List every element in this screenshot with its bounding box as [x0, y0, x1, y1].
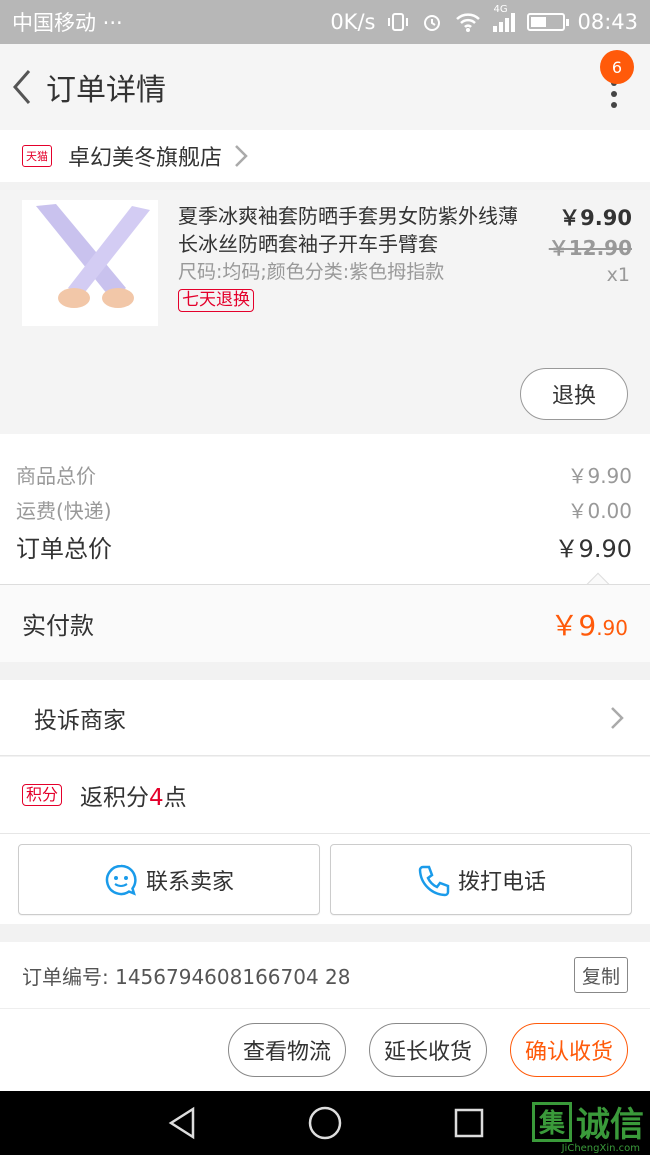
paid-value: ￥9.90 — [550, 604, 628, 644]
back-button[interactable] — [2, 44, 42, 130]
call-phone-label: 拨打电话 — [457, 869, 546, 895]
price-summary: 商品总价 ￥9.90 运费(快递) ￥0.00 订单总价 ￥9.90 — [0, 434, 650, 596]
goods-total-value: ￥9.90 — [567, 464, 632, 488]
watermark-url: JiChengXin.com — [561, 1143, 640, 1154]
paid-label: 实付款 — [22, 612, 94, 640]
nav-home-button[interactable] — [305, 1105, 345, 1141]
points-badge: 积分 — [22, 784, 63, 806]
watermark-text: 诚信 — [576, 1105, 644, 1145]
contact-seller-button[interactable]: 联系卖家 — [18, 844, 320, 915]
status-bar: 中国移动 ··· 0K/s 4G 08:43 — [0, 0, 650, 44]
points-text: 返积分4点 — [80, 778, 187, 812]
clock: 08:43 — [577, 10, 638, 34]
watermark-logo-icon: 集 — [532, 1101, 572, 1142]
product-sku: 尺码:均码;颜色分类:紫色拇指款 — [178, 261, 445, 283]
points-suffix: 点 — [163, 785, 187, 811]
page-header: 订单详情 6 — [0, 44, 650, 130]
order-total-label: 订单总价 — [16, 535, 112, 563]
product-image[interactable] — [22, 200, 158, 326]
view-logistics-button[interactable]: 查看物流 — [228, 1023, 346, 1077]
order-total-value: ￥9.90 — [554, 535, 632, 563]
system-nav-bar: 集 诚信 JiChengXin.com — [0, 1091, 650, 1155]
nav-back-button[interactable] — [162, 1105, 202, 1141]
product-title[interactable]: 夏季冰爽袖套防晒手套男女防紫外线薄长冰丝防晒套袖子开车手臂套 — [178, 202, 518, 258]
chevron-right-icon — [611, 706, 624, 729]
call-phone-button[interactable]: 拨打电话 — [330, 844, 632, 915]
vibrate-icon — [387, 11, 409, 33]
site-watermark: 集 诚信 JiChengXin.com — [532, 1097, 644, 1154]
network-type: 4G — [493, 4, 508, 15]
refund-button[interactable]: 退换 — [520, 368, 628, 420]
order-number: 订单编号: 1456794608166704 28 — [22, 964, 351, 989]
signal-icon: 4G — [493, 4, 516, 32]
network-speed: 0K/s — [330, 10, 376, 34]
complain-row[interactable]: 投诉商家 — [0, 680, 650, 756]
wifi-icon — [455, 11, 481, 33]
points-row: 积分 返积分4点 — [0, 757, 650, 834]
copy-button[interactable]: 复制 — [574, 957, 628, 993]
shop-name: 卓幻美冬旗舰店 — [68, 146, 223, 171]
shipping-row: 运费(快递) ￥0.00 — [16, 495, 632, 524]
return-policy-tag: 七天退换 — [178, 289, 254, 312]
paid-decimal: .90 — [596, 615, 628, 640]
product-card[interactable]: 夏季冰爽袖套防晒手套男女防紫外线薄长冰丝防晒套袖子开车手臂套 尺码:均码;颜色分… — [0, 190, 650, 434]
chevron-left-icon — [13, 70, 31, 104]
battery-icon — [527, 13, 570, 31]
original-price: ￥12.90 — [548, 236, 632, 260]
product-quantity: x1 — [606, 264, 630, 286]
triangle-back-icon — [168, 1106, 195, 1140]
order-total-row: 订单总价 ￥9.90 — [16, 529, 632, 564]
tmall-badge-icon: 天猫 — [22, 145, 52, 167]
alarm-icon — [421, 11, 443, 33]
shipping-value: ￥0.00 — [567, 499, 632, 523]
contact-section: 联系卖家 拨打电话 — [0, 834, 650, 924]
contact-seller-label: 联系卖家 — [145, 869, 234, 895]
phone-icon — [416, 863, 450, 897]
order-number-row: 订单编号: 1456794608166704 28 复制 — [0, 942, 650, 1008]
square-recents-icon — [454, 1108, 484, 1138]
goods-total-label: 商品总价 — [16, 464, 96, 488]
chevron-right-icon — [235, 145, 248, 167]
points-number: 4 — [149, 785, 164, 811]
goods-total-row: 商品总价 ￥9.90 — [16, 460, 632, 489]
paid-amount-row: 实付款 ￥9.90 — [0, 584, 650, 662]
nav-recents-button[interactable] — [449, 1105, 489, 1141]
extend-receipt-button[interactable]: 延长收货 — [369, 1023, 487, 1077]
chat-bubble-icon — [104, 863, 138, 897]
page-title: 订单详情 — [46, 73, 166, 108]
product-price: ￥9.90 — [559, 206, 632, 230]
confirm-receipt-button[interactable]: 确认收货 — [510, 1023, 628, 1077]
paid-integer: ￥9 — [550, 608, 597, 642]
order-actions: 查看物流 延长收货 确认收货 — [0, 1008, 650, 1091]
circle-home-icon — [308, 1106, 342, 1140]
notification-badge: 6 — [600, 50, 634, 84]
shipping-label: 运费(快递) — [16, 499, 112, 523]
carrier-name: 中国移动 ··· — [12, 11, 123, 35]
shop-row[interactable]: 天猫 卓幻美冬旗舰店 — [0, 130, 650, 182]
points-prefix: 返积分 — [80, 785, 150, 811]
complain-label: 投诉商家 — [34, 707, 126, 734]
